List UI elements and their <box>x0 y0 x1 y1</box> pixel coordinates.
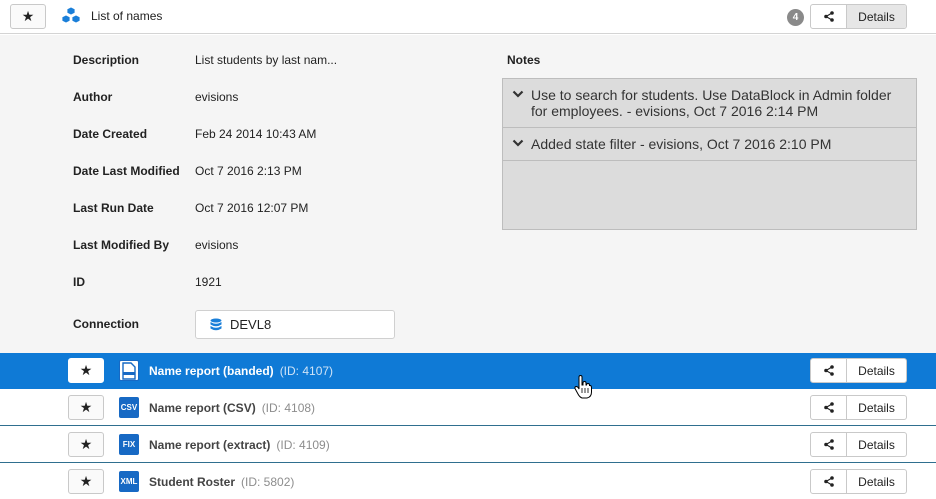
notes-label: Notes <box>507 53 541 67</box>
chevron-down-icon[interactable] <box>512 89 524 99</box>
report-id: (ID: 4109) <box>276 438 330 452</box>
connection-value: DEVL8 <box>230 317 272 332</box>
share-icon <box>823 11 834 22</box>
author-value: evisions <box>195 90 239 104</box>
xml-file-icon: XML <box>119 471 139 492</box>
report-row[interactable]: ★ CSV Name report (CSV) (ID: 4108) Detail… <box>0 390 936 426</box>
description-value: List students by last nam... <box>195 53 338 67</box>
report-row[interactable]: ★ FIX Name report (extract) (ID: 4109) De… <box>0 427 936 463</box>
row-action-group: Details <box>810 432 907 457</box>
share-icon <box>823 365 834 376</box>
details-panel: Description List students by last nam...… <box>0 35 936 353</box>
header-action-group: Details <box>810 4 907 29</box>
connection-label: Connection <box>73 317 139 331</box>
report-row[interactable]: ★ Name report (banded) (ID: 4107) Details <box>0 353 936 389</box>
favorite-star-button[interactable]: ★ <box>68 469 104 494</box>
report-id: (ID: 4108) <box>261 401 316 415</box>
share-icon <box>823 402 834 413</box>
date-last-modified-value: Oct 7 2016 2:13 PM <box>195 164 302 178</box>
date-created-value: Feb 24 2014 10:43 AM <box>195 127 317 141</box>
last-modified-by-value: evisions <box>195 238 239 252</box>
last-modified-by-label: Last Modified By <box>73 238 170 252</box>
details-button[interactable]: Details <box>847 433 906 456</box>
report-id: (ID: 4107) <box>279 364 334 378</box>
star-icon: ★ <box>21 8 35 24</box>
details-button[interactable]: Details <box>847 396 906 419</box>
datablock-header: ★ List of names 4 Details <box>0 0 936 34</box>
favorite-star-button[interactable]: ★ <box>68 432 104 457</box>
connection-field[interactable]: DEVL8 <box>195 310 395 339</box>
report-id: (ID: 5802) <box>241 475 295 489</box>
share-icon <box>823 476 834 487</box>
report-title[interactable]: Name report (CSV) (ID: 4108) <box>149 401 315 415</box>
fixed-width-file-icon: FIX <box>119 434 139 455</box>
star-icon: ★ <box>79 362 93 378</box>
star-icon: ★ <box>79 436 93 452</box>
date-created-label: Date Created <box>73 127 148 141</box>
star-icon: ★ <box>79 473 93 489</box>
report-title[interactable]: Student Roster (ID: 5802) <box>149 475 294 489</box>
share-button[interactable] <box>811 359 847 382</box>
author-label: Author <box>73 90 113 104</box>
id-label: ID <box>73 275 85 289</box>
report-title[interactable]: Name report (extract) (ID: 4109) <box>149 438 330 452</box>
note-text: Added state filter - evisions, Oct 7 201… <box>531 136 832 152</box>
banded-report-icon <box>119 360 139 381</box>
last-run-date-label: Last Run Date <box>73 201 154 215</box>
share-button[interactable] <box>811 433 847 456</box>
details-button[interactable]: Details <box>847 5 906 28</box>
favorite-star-button[interactable]: ★ <box>68 395 104 420</box>
datablock-title: List of names <box>91 9 163 23</box>
report-count-badge: 4 <box>787 9 804 26</box>
note-item[interactable]: Added state filter - evisions, Oct 7 201… <box>503 128 916 161</box>
details-button[interactable]: Details <box>847 470 906 493</box>
description-label: Description <box>73 53 140 67</box>
star-icon: ★ <box>79 399 93 415</box>
database-icon <box>210 318 222 331</box>
csv-file-icon: CSV <box>119 397 139 418</box>
note-text: Use to search for students. Use DataBloc… <box>531 87 892 119</box>
report-title[interactable]: Name report (banded) (ID: 4107) <box>149 364 333 378</box>
hand-cursor-icon <box>574 375 592 399</box>
notes-list: Use to search for students. Use DataBloc… <box>502 78 917 230</box>
datablock-cubes-icon <box>61 6 81 24</box>
id-value: 1921 <box>195 275 222 289</box>
last-run-date-value: Oct 7 2016 12:07 PM <box>195 201 309 215</box>
chevron-down-icon[interactable] <box>512 138 524 148</box>
favorite-star-button[interactable]: ★ <box>68 358 104 383</box>
share-button[interactable] <box>811 470 847 493</box>
share-button[interactable] <box>811 396 847 419</box>
share-button[interactable] <box>811 5 847 28</box>
share-icon <box>823 439 834 450</box>
details-button[interactable]: Details <box>847 359 906 382</box>
date-last-modified-label: Date Last Modified <box>73 164 180 178</box>
row-action-group: Details <box>810 469 907 494</box>
favorite-star-button[interactable]: ★ <box>10 4 46 29</box>
row-action-group: Details <box>810 395 907 420</box>
note-item[interactable]: Use to search for students. Use DataBloc… <box>503 79 916 128</box>
row-action-group: Details <box>810 358 907 383</box>
report-row[interactable]: ★ XML Student Roster (ID: 5802) Details <box>0 464 936 499</box>
